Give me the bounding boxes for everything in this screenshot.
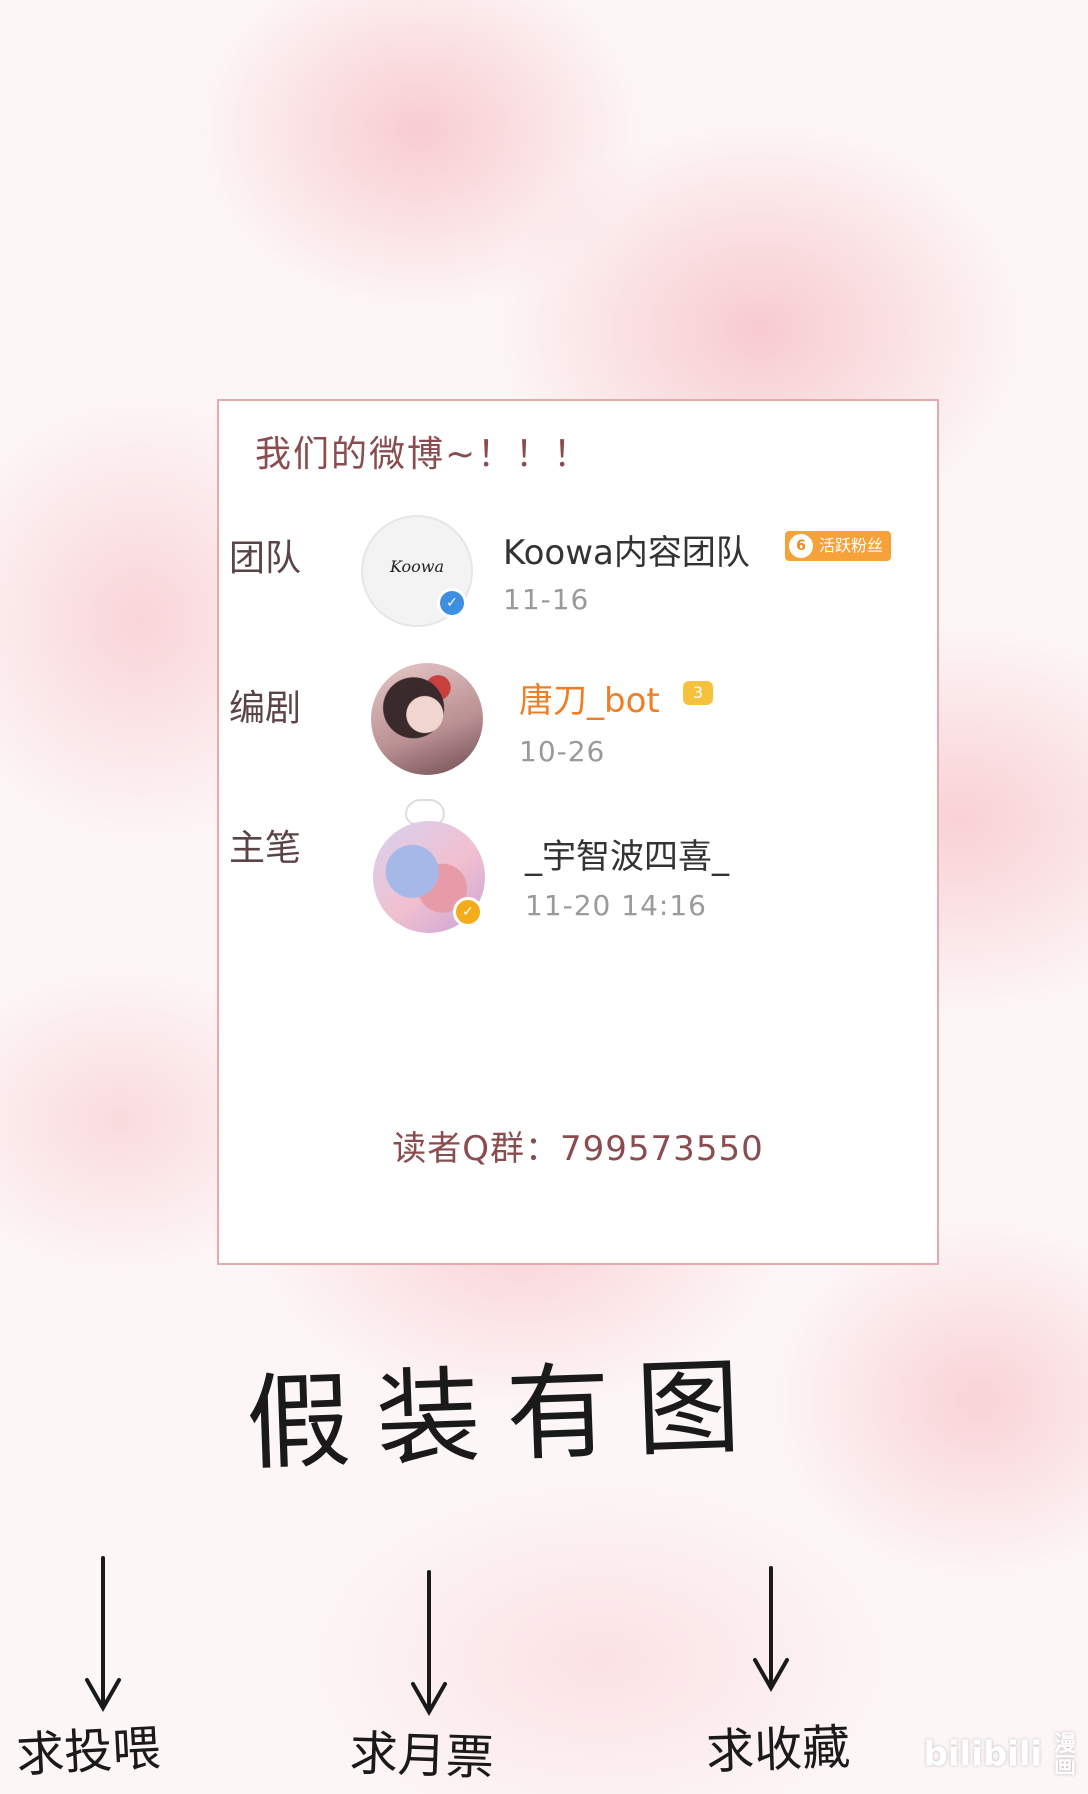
badge-text: 活跃粉丝 — [819, 536, 884, 555]
account-name-koowa[interactable]: Koowa内容团队 — [503, 525, 750, 574]
account-name-tangdao[interactable]: 唐刀_bot — [519, 673, 660, 722]
handwritten-headline: 假装有图 — [244, 1344, 769, 1486]
watermark-suffix: 漫画 — [1054, 1732, 1077, 1779]
post-date: 10-26 — [519, 735, 606, 768]
blue-v-icon: ✓ — [437, 588, 467, 618]
avatar-tangdao[interactable] — [371, 663, 483, 775]
row-label-writer: 编剧 — [229, 688, 302, 729]
favorite-button[interactable]: 求收藏 — [705, 1708, 851, 1783]
gold-v-icon: ✓ — [453, 897, 483, 927]
koowa-logo: Koowa — [389, 557, 445, 576]
watermark-text: bilibili — [923, 1734, 1043, 1775]
qq-group-text: 读者Q群：799573550 — [392, 1129, 764, 1169]
row-label-team: 团队 — [229, 538, 302, 579]
post-date: 11-16 — [503, 583, 590, 616]
feed-request-button[interactable]: 求投喂 — [14, 1708, 162, 1785]
weibo-info-card: 我们的微博~！！！ 团队 Koowa ✓ Koowa内容团队 6 活跃粉丝 11… — [217, 399, 939, 1265]
down-arrow-icon — [411, 1570, 447, 1720]
down-arrow-icon — [753, 1566, 789, 1716]
row-label-artist: 主笔 — [229, 828, 302, 869]
monthly-ticket-button[interactable]: 求月票 — [349, 1714, 495, 1789]
down-arrow-icon — [85, 1556, 121, 1716]
fan-badge: 6 活跃粉丝 — [785, 531, 892, 561]
post-date: 11-20 14:16 — [525, 889, 707, 922]
bilibili-manhua-watermark: bilibili 漫画 — [924, 1734, 1078, 1778]
crown-icon: 3 — [683, 681, 713, 705]
badge-level: 6 — [789, 534, 813, 558]
account-name-yuzhibo[interactable]: _宇智波四喜_ — [525, 829, 729, 878]
card-title: 我们的微博~！！！ — [255, 434, 592, 475]
